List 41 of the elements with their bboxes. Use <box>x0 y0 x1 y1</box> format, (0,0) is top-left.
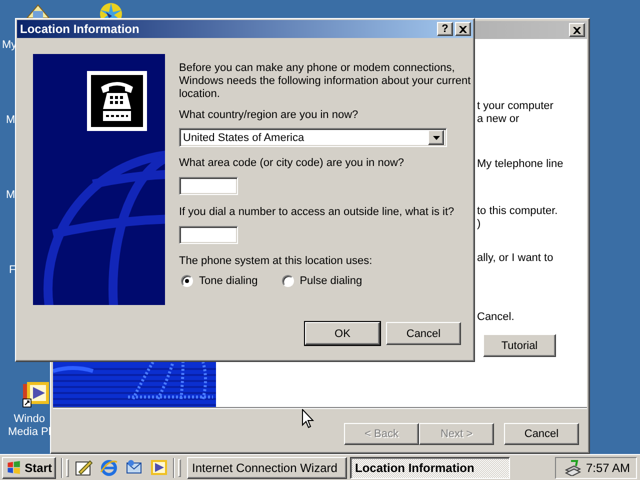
area-code-field[interactable] <box>179 177 238 195</box>
taskbar-button[interactable]: Internet Connection Wizard <box>187 456 347 478</box>
mail-icon[interactable] <box>125 459 143 476</box>
desktop-icon-label[interactable]: M <box>6 189 16 202</box>
country-dropdown[interactable]: United States of America <box>179 128 447 147</box>
desktop-icon-label[interactable]: F <box>9 264 16 277</box>
wizard-text: ally, or I want to <box>477 252 554 265</box>
close-icon[interactable] <box>459 26 467 32</box>
radio-button[interactable] <box>282 275 294 287</box>
field-label: The phone system at this location uses: <box>179 255 372 268</box>
dropdown-arrow-icon[interactable] <box>432 136 440 140</box>
radio-label[interactable]: Tone dialing <box>199 275 258 287</box>
radio-button[interactable] <box>181 275 193 287</box>
wizard-text: My telephone line <box>477 158 564 171</box>
taskbar-button[interactable]: Location Information <box>350 456 510 478</box>
network-icon[interactable] <box>564 460 582 476</box>
start-button[interactable]: Start <box>2 456 56 478</box>
intro-text: Before you can make any phone or modem connections, Windows needs the following information about your current location. <box>179 62 471 101</box>
field-label: What area code (or city code) are you in now? <box>179 157 404 170</box>
clock[interactable]: 7:57 AM <box>586 460 630 474</box>
dialog-button[interactable]: OK <box>305 322 380 345</box>
radio-label[interactable]: Pulse dialing <box>300 275 362 287</box>
windows-logo-icon <box>6 460 22 475</box>
help-button[interactable]: ? <box>437 22 453 36</box>
tutorial-button[interactable]: Tutorial <box>483 334 556 357</box>
wizard-text: t your computer a new or <box>477 100 554 126</box>
desktop-icon-label[interactable]: M <box>6 114 16 127</box>
desktop-icon-label[interactable]: Windo Media Pl <box>8 413 51 439</box>
close-button[interactable] <box>455 22 471 36</box>
field-label: If you dial a number to access an outside line, what is it? <box>179 206 454 219</box>
media-player-icon[interactable] <box>150 459 168 476</box>
wizard-button[interactable]: Cancel <box>504 423 579 445</box>
wizard-text: to this computer. ) <box>477 205 558 231</box>
telephone-icon <box>87 71 147 131</box>
window-title: Location Information <box>20 22 140 36</box>
media-player-icon[interactable] <box>21 380 49 408</box>
outside-line-field[interactable] <box>179 226 238 244</box>
field-label: What country/region are you in now? <box>179 109 358 122</box>
wizard-text: Cancel. <box>477 311 514 324</box>
browser-icon[interactable] <box>100 459 118 476</box>
dialog-button[interactable]: Cancel <box>386 322 461 345</box>
